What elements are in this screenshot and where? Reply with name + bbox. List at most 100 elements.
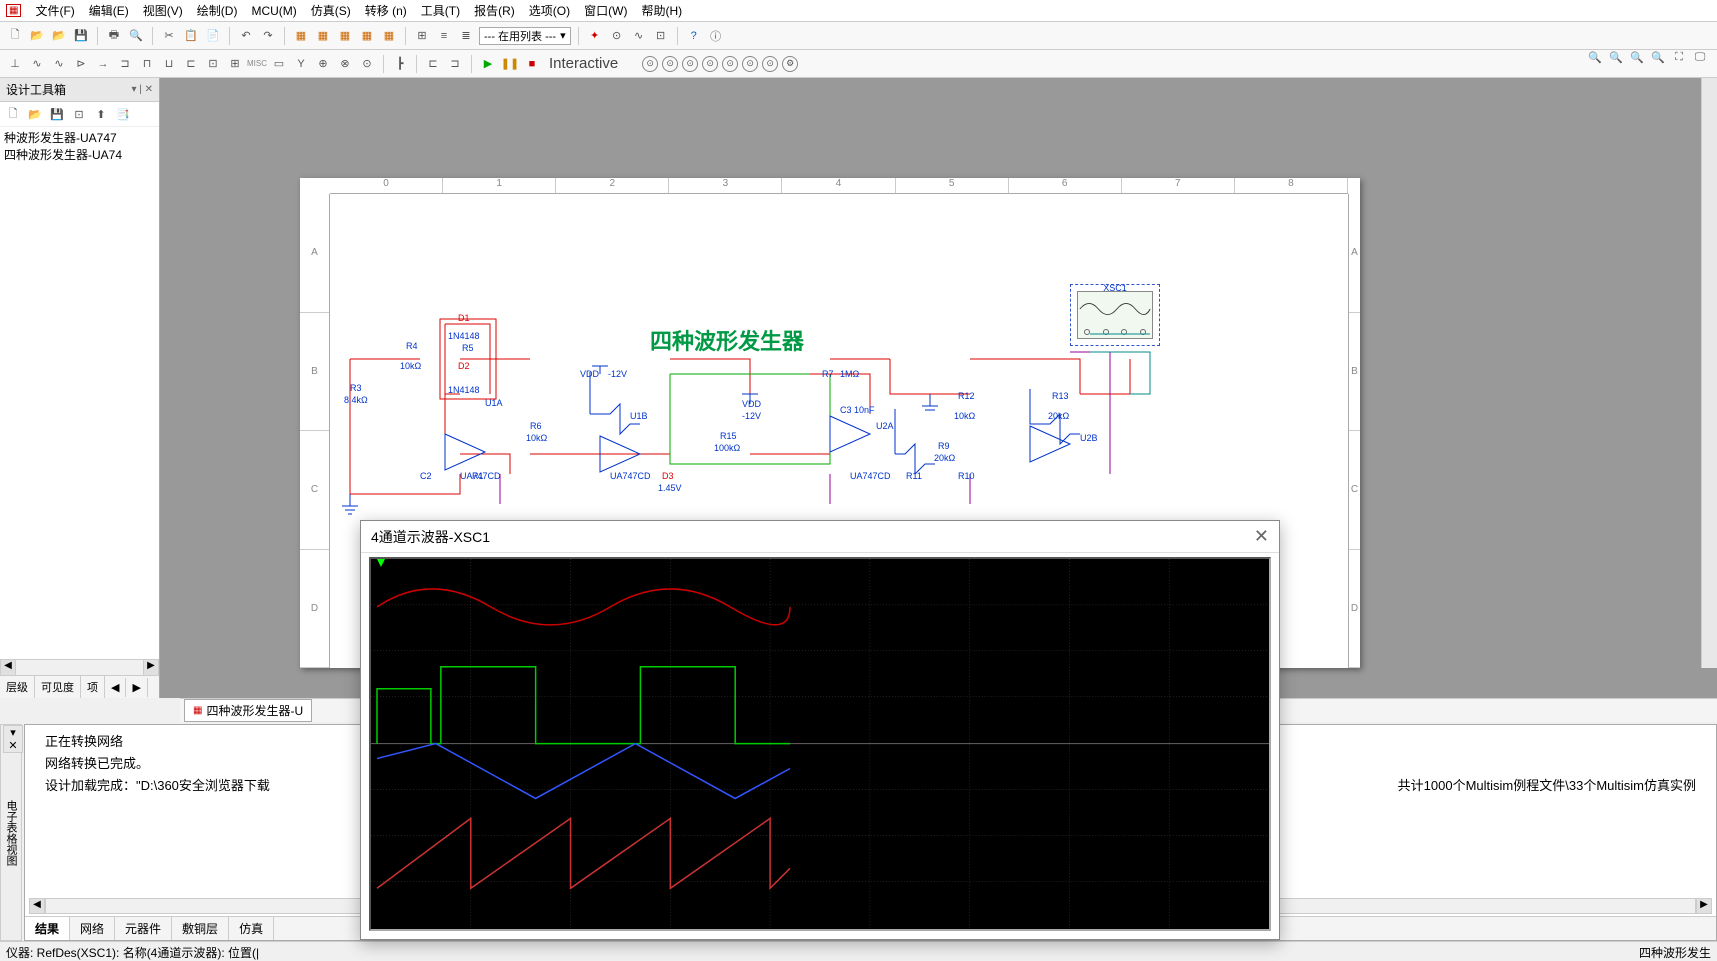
comp-misc-icon[interactable]: MISC: [248, 55, 266, 73]
oscilloscope-window[interactable]: 4通道示波器-XSC1 ✕: [360, 520, 1280, 940]
inst-2-icon[interactable]: ⊙: [662, 56, 678, 72]
menu-tool[interactable]: 工具(T): [421, 2, 460, 19]
menu-mcu[interactable]: MCU(M): [251, 4, 296, 18]
comp-11-icon[interactable]: ⊞: [226, 55, 244, 73]
menu-help[interactable]: 帮助(H): [641, 2, 682, 19]
grid3-icon[interactable]: ▦: [336, 27, 354, 45]
tab-nav-right[interactable]: ▶: [126, 678, 147, 697]
open-icon[interactable]: 📂: [28, 27, 46, 45]
menu-file[interactable]: 文件(F): [35, 2, 74, 19]
inst-4-icon[interactable]: ⊙: [702, 56, 718, 72]
grid5-icon[interactable]: ▦: [380, 27, 398, 45]
sb-open-icon[interactable]: 📂: [26, 105, 44, 123]
comp-7-icon[interactable]: ⊓: [138, 55, 156, 73]
copy-icon[interactable]: 📋: [182, 27, 200, 45]
tab-result[interactable]: 结果: [25, 917, 70, 940]
inst-5-icon[interactable]: ⊙: [722, 56, 738, 72]
undo-icon[interactable]: ↶: [237, 27, 255, 45]
scroll-left-icon[interactable]: ◀: [29, 898, 45, 914]
paste-icon[interactable]: 📄: [204, 27, 222, 45]
place-bus-icon[interactable]: ┣: [391, 55, 409, 73]
comp-16-icon[interactable]: ⊙: [358, 55, 376, 73]
sb-new-icon[interactable]: 🗋: [4, 105, 22, 123]
menu-sim[interactable]: 仿真(S): [311, 2, 351, 19]
scroll-right-icon[interactable]: ▶: [1696, 898, 1712, 914]
zoom-out-icon[interactable]: 🔍: [1607, 48, 1625, 66]
screen-icon[interactable]: 🖵: [1691, 48, 1709, 66]
sb-x-icon[interactable]: ⊡: [70, 105, 88, 123]
panel-handle[interactable]: ▾✕: [3, 725, 23, 753]
menu-edit[interactable]: 编辑(E): [89, 2, 129, 19]
scroll-right-icon[interactable]: ▶: [143, 660, 159, 675]
comp-13-icon[interactable]: Y: [292, 55, 310, 73]
scroll-left-icon[interactable]: ◀: [0, 660, 16, 675]
comp-9-icon[interactable]: ⊏: [182, 55, 200, 73]
inst-1-icon[interactable]: ⊙: [642, 56, 658, 72]
tab-simulation[interactable]: 仿真: [229, 917, 274, 940]
comp-2-icon[interactable]: ∿: [28, 55, 46, 73]
inuse-list-combo[interactable]: --- 在用列表 ---▾: [479, 27, 571, 45]
inst-gear-icon[interactable]: ⚙: [782, 56, 798, 72]
fullscreen-icon[interactable]: ⛶: [1670, 48, 1688, 66]
open2-icon[interactable]: 📂: [50, 27, 68, 45]
comp-1-icon[interactable]: ⊥: [6, 55, 24, 73]
tool-a-icon[interactable]: ✦: [586, 27, 604, 45]
canvas-vscroll[interactable]: [1701, 78, 1717, 668]
cut-icon[interactable]: ✂: [160, 27, 178, 45]
scope-titlebar[interactable]: 4通道示波器-XSC1 ✕: [361, 521, 1279, 553]
tab-nav-left[interactable]: ◀: [105, 678, 126, 697]
inst-6-icon[interactable]: ⊙: [742, 56, 758, 72]
help-icon[interactable]: ?: [685, 27, 703, 45]
tab-net[interactable]: 网络: [70, 917, 115, 940]
comp-6-icon[interactable]: ⊐: [116, 55, 134, 73]
zoom-fit-icon[interactable]: 🔍: [1649, 48, 1667, 66]
run-button[interactable]: ▶: [479, 55, 497, 73]
comp-12-icon[interactable]: ▭: [270, 55, 288, 73]
tab-visible[interactable]: 可见度: [35, 676, 81, 698]
file-tab-active[interactable]: ▦ 四种波形发生器-U: [184, 699, 312, 722]
menu-report[interactable]: 报告(R): [474, 2, 515, 19]
tab-project[interactable]: 项: [81, 676, 105, 698]
info-icon[interactable]: ⓘ: [707, 27, 725, 45]
stop-button[interactable]: ■: [523, 55, 541, 73]
tab-copper[interactable]: 敷铜层: [172, 917, 229, 940]
scope-screen[interactable]: [369, 557, 1271, 931]
comp-4-icon[interactable]: ⊳: [72, 55, 90, 73]
tree-item-1[interactable]: 种波形发生器-UA747: [4, 129, 155, 146]
pause-button[interactable]: ❚❚: [501, 55, 519, 73]
new-icon[interactable]: 🗋: [6, 27, 24, 45]
tool-d-icon[interactable]: ⊡: [652, 27, 670, 45]
comp-3-icon[interactable]: ∿: [50, 55, 68, 73]
sb-docs-icon[interactable]: 📑: [114, 105, 132, 123]
redo-icon[interactable]: ↷: [259, 27, 277, 45]
close-icon[interactable]: ✕: [1254, 526, 1269, 547]
sb-save-icon[interactable]: 💾: [48, 105, 66, 123]
grid2-icon[interactable]: ▦: [314, 27, 332, 45]
menu-option[interactable]: 选项(O): [529, 2, 570, 19]
tab-components[interactable]: 元器件: [115, 917, 172, 940]
hier-1-icon[interactable]: ⊏: [424, 55, 442, 73]
comp-14-icon[interactable]: ⊕: [314, 55, 332, 73]
tool-b-icon[interactable]: ⊙: [608, 27, 626, 45]
menu-window[interactable]: 窗口(W): [584, 2, 627, 19]
menu-transfer[interactable]: 转移 (n): [365, 2, 407, 19]
print-icon[interactable]: 🖶: [105, 27, 123, 45]
list1-icon[interactable]: ≡: [435, 27, 453, 45]
tree-item-2[interactable]: 四种波形发生器-UA74: [4, 146, 155, 163]
scroll-track[interactable]: [16, 660, 143, 675]
menu-view[interactable]: 视图(V): [143, 2, 183, 19]
sidebar-tree[interactable]: 种波形发生器-UA747 四种波形发生器-UA74: [0, 127, 159, 659]
grid4-icon[interactable]: ▦: [358, 27, 376, 45]
zoom-area-icon[interactable]: 🔍: [1628, 48, 1646, 66]
preview-icon[interactable]: 🔍: [127, 27, 145, 45]
hier-2-icon[interactable]: ⊐: [446, 55, 464, 73]
tab-level[interactable]: 层级: [0, 676, 35, 698]
menu-draw[interactable]: 绘制(D): [197, 2, 238, 19]
comp-8-icon[interactable]: ⊔: [160, 55, 178, 73]
db-icon[interactable]: ⊞: [413, 27, 431, 45]
zoom-in-icon[interactable]: 🔍: [1586, 48, 1604, 66]
list2-icon[interactable]: ≣: [457, 27, 475, 45]
grid1-icon[interactable]: ▦: [292, 27, 310, 45]
inst-3-icon[interactable]: ⊙: [682, 56, 698, 72]
tool-c-icon[interactable]: ∿: [630, 27, 648, 45]
